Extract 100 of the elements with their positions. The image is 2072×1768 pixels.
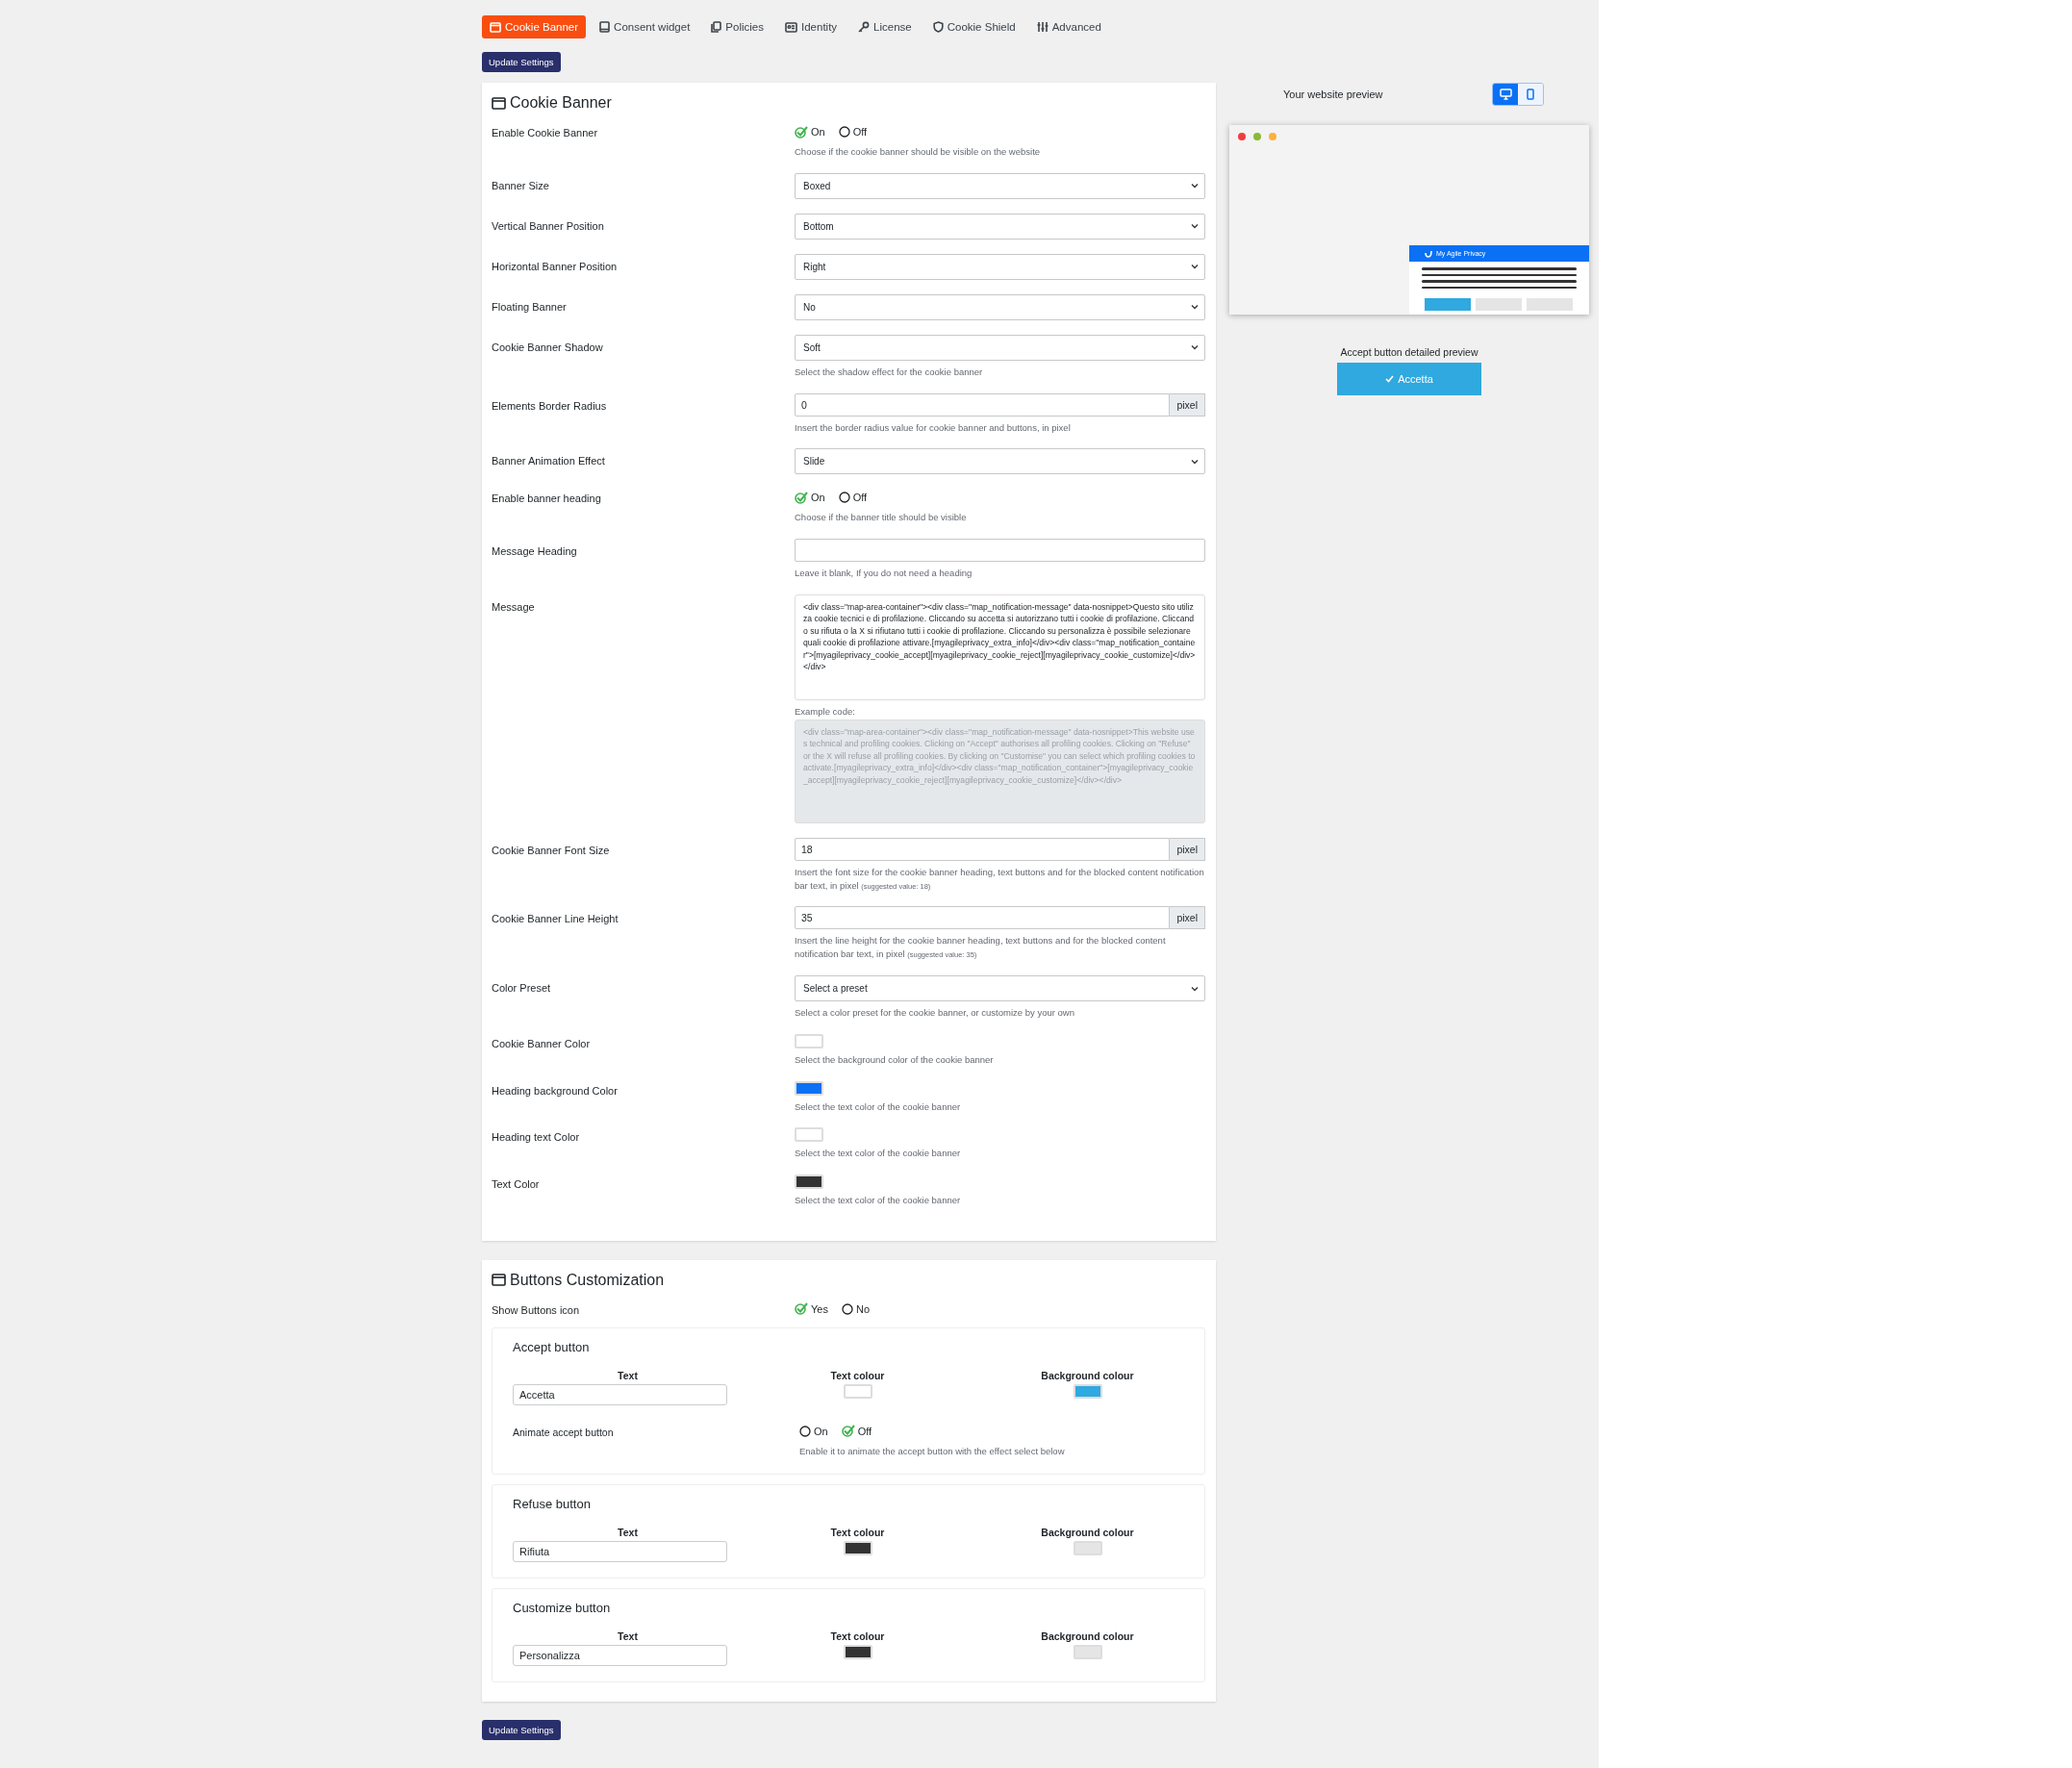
id-card-icon xyxy=(785,21,797,33)
field-label: Elements Border Radius xyxy=(492,398,608,414)
help-text: Select the background color of the cookie banner xyxy=(795,1052,995,1067)
input-field[interactable]: 35 xyxy=(795,906,1171,930)
input-field[interactable]: 18 xyxy=(795,837,1171,861)
card-title: Cookie Banner xyxy=(510,94,612,112)
option-label[interactable]: Off xyxy=(852,126,868,138)
field-label: Enable banner heading xyxy=(492,492,602,507)
select-field[interactable]: Slide xyxy=(795,448,1205,475)
color-swatch[interactable] xyxy=(843,1383,872,1399)
select-field[interactable]: Bottom xyxy=(795,213,1205,240)
field-label: Cookie Banner Line Height xyxy=(492,912,619,927)
column-label: Text xyxy=(618,1369,638,1381)
chevron-icon xyxy=(1191,985,1199,992)
field-label: Floating Banner xyxy=(492,299,568,315)
window-dot xyxy=(1238,133,1246,140)
field-label: Message xyxy=(492,599,536,615)
select-field[interactable]: Boxed xyxy=(795,172,1205,199)
unit-addon: pixel xyxy=(1170,392,1205,417)
update-settings-button[interactable]: Update Settings xyxy=(482,52,561,72)
select-field[interactable]: Select a preset xyxy=(795,975,1205,1002)
column-label: Text colour xyxy=(830,1369,885,1381)
column-label: Background colour xyxy=(1041,1369,1134,1381)
radio-icon xyxy=(841,1302,853,1315)
color-swatch[interactable] xyxy=(795,1127,823,1143)
field-label: Animate accept button xyxy=(513,1425,615,1440)
color-swatch[interactable] xyxy=(843,1540,872,1555)
tab[interactable]: Identity xyxy=(777,15,846,38)
desktop-button[interactable] xyxy=(1493,84,1518,105)
help-text: Leave it blank, If you do not need a heading xyxy=(795,567,973,580)
phone-icon xyxy=(1527,88,1534,100)
help-text: Choose if the banner title should be visible xyxy=(795,511,968,525)
color-swatch[interactable] xyxy=(1073,1540,1102,1555)
input-field[interactable]: Personalizza xyxy=(513,1644,727,1666)
field-label: Cookie Banner Shadow xyxy=(492,340,604,355)
chevron-icon xyxy=(1191,458,1199,465)
check-icon xyxy=(795,125,808,139)
window-icon xyxy=(492,96,506,110)
color-swatch[interactable] xyxy=(795,1174,823,1190)
color-swatch[interactable] xyxy=(795,1033,823,1048)
input-field[interactable]: 0 xyxy=(795,392,1171,417)
help-text: Enable it to animate the accept button with the effect select below xyxy=(799,1444,1066,1458)
option-label[interactable]: Off xyxy=(852,492,868,504)
check-icon xyxy=(1385,375,1395,383)
chevron-icon xyxy=(1191,183,1199,189)
radio-icon xyxy=(838,492,850,504)
window-dot xyxy=(1253,133,1261,140)
message-field[interactable]: <div class="map-area-container"><div class="map_notification-message" data-nosnippet>Questo sito utilizza cookie tecnici e di profilazione. Cliccando su accetta si autorizzano tutti i cookie di profilazione. Cliccando su rifiuta o la X si rifiutano tutti i cookie di profilazione. Cliccando su personalizza è possibile selezionare quali cookie di profilazione attivare.[myagileprivacy_extra_info]</div><div class="map_notification_container">[myagileprivacy_cookie_accept][myagileprivacy_cookie_reject][myagileprivacy_cookie_customize]</div></div> xyxy=(795,594,1205,700)
column-label: Background colour xyxy=(1041,1526,1134,1538)
input-field[interactable] xyxy=(795,539,1205,563)
field-label: Text Color xyxy=(492,1177,541,1193)
field-label: Enable Cookie Banner xyxy=(492,126,599,140)
field-label: Heading text Color xyxy=(492,1130,581,1146)
select-field[interactable]: No xyxy=(795,293,1205,320)
window-icon xyxy=(490,21,501,33)
example-code-field: <div class="map-area-container"><div class="map_notification-message" data-nosnippet>This website uses technical and profiling cookies. Clicking on "Accept" authorises all profiling cookies. Clicking on "Refuse" or the X will refuse all profiling cookies. By clicking on "Customise" you can select which profiling cookies to activate.[myagileprivacy_extra_info]</div><div class="map_notification_container">[myagileprivacy_cookie_accept][myagileprivacy_cookie_reject][myagileprivacy_cookie_customize]</div></div> xyxy=(795,719,1205,823)
tab[interactable]: Consent widget xyxy=(592,15,698,38)
mobile-button[interactable] xyxy=(1518,84,1543,105)
tab[interactable]: Policies xyxy=(703,15,771,38)
tab[interactable]: Cookie Shield xyxy=(924,15,1023,38)
field-label: Message Heading xyxy=(492,544,578,560)
option-label[interactable]: On xyxy=(811,492,825,504)
field-label: Heading background Color xyxy=(492,1083,619,1099)
check-icon xyxy=(841,1425,855,1438)
chevron-icon xyxy=(1191,304,1199,311)
help-text: Insert the border radius value for cookie banner and buttons, in pixel xyxy=(795,420,1072,435)
tab[interactable]: License xyxy=(850,15,920,38)
color-swatch[interactable] xyxy=(1073,1644,1102,1659)
select-field[interactable]: Right xyxy=(795,253,1205,280)
option-label[interactable]: Off xyxy=(857,1425,872,1437)
column-label: Text xyxy=(618,1526,638,1538)
option-label[interactable]: On xyxy=(811,126,825,138)
column-label: Text colour xyxy=(830,1526,885,1538)
color-swatch[interactable] xyxy=(795,1080,823,1096)
window-icon xyxy=(492,1274,506,1287)
field-label: Cookie Banner Color xyxy=(492,1036,592,1051)
logo-icon xyxy=(1425,249,1432,258)
option-label[interactable]: No xyxy=(855,1302,870,1315)
column-label: Text xyxy=(618,1629,638,1642)
chevron-icon xyxy=(1191,344,1199,351)
field-label: Color Preset xyxy=(492,981,552,997)
tab[interactable]: Advanced xyxy=(1028,15,1109,38)
help-text: Select the shadow effect for the cookie banner xyxy=(795,365,984,379)
input-field[interactable]: Rifiuta xyxy=(513,1540,727,1562)
color-swatch[interactable] xyxy=(1073,1383,1102,1399)
input-field[interactable]: Accetta xyxy=(513,1383,727,1405)
column-label: Text colour xyxy=(830,1629,885,1642)
example-label: Example code: xyxy=(795,705,856,717)
select-field[interactable]: Soft xyxy=(795,334,1205,361)
banner-button-shape xyxy=(1527,298,1573,311)
chevron-icon xyxy=(1191,264,1199,270)
field-label: Vertical Banner Position xyxy=(492,218,605,234)
banner-button-shape xyxy=(1476,298,1522,311)
update-settings-button[interactable]: Update Settings xyxy=(482,1719,561,1740)
check-icon xyxy=(795,1302,808,1316)
option-label[interactable]: Yes xyxy=(811,1302,828,1315)
group-title: Accept button xyxy=(513,1339,591,1354)
option-label[interactable]: On xyxy=(814,1425,828,1437)
color-swatch[interactable] xyxy=(843,1644,872,1659)
help-text: Select a color preset for the cookie banner, or customize by your own xyxy=(795,1006,1075,1020)
